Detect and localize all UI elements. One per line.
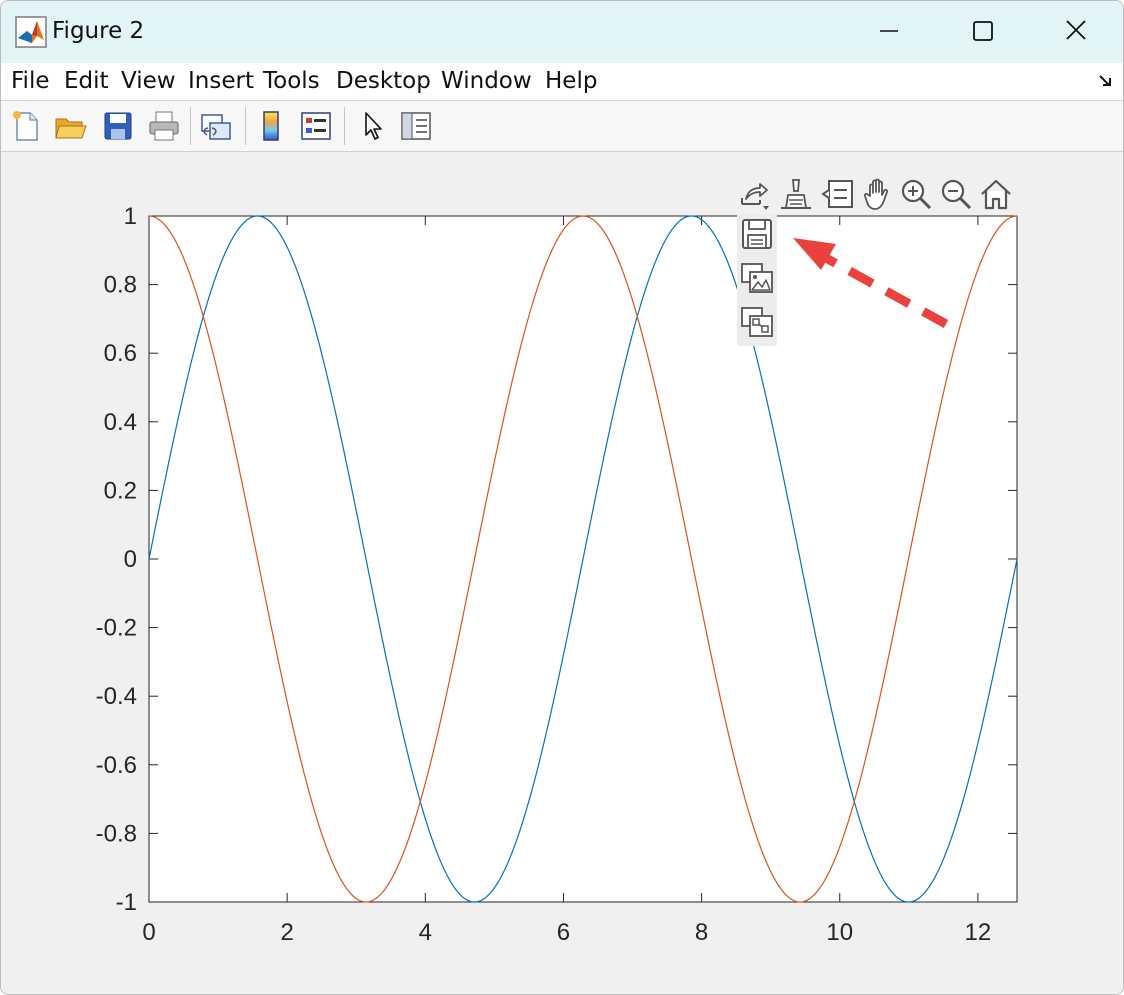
y-tick-label: 0.6 bbox=[104, 340, 137, 367]
matlab-logo-icon bbox=[15, 16, 47, 48]
y-tick-label: -0.6 bbox=[96, 752, 137, 779]
menu-window[interactable]: Window bbox=[441, 68, 532, 94]
data-tips-icon[interactable] bbox=[820, 176, 856, 212]
figure-toolbar bbox=[1, 101, 1123, 152]
y-tick-label: -1 bbox=[116, 889, 137, 916]
menu-edit[interactable]: Edit bbox=[64, 68, 109, 94]
zoom-out-icon[interactable] bbox=[938, 176, 974, 212]
edit-plot-arrow-icon[interactable] bbox=[357, 109, 391, 143]
x-tick-label: 2 bbox=[280, 919, 293, 946]
menu-desktop[interactable]: Desktop bbox=[336, 68, 431, 94]
colorbar-icon[interactable] bbox=[255, 109, 289, 143]
close-button[interactable] bbox=[1053, 13, 1099, 49]
y-tick-label: 1 bbox=[124, 203, 137, 230]
copy-as-vector-icon[interactable] bbox=[739, 304, 775, 342]
y-tick-label: -0.2 bbox=[96, 615, 137, 642]
y-tick-label: 0.4 bbox=[104, 409, 137, 436]
menu-file[interactable]: File bbox=[11, 68, 50, 94]
brush-icon[interactable] bbox=[778, 176, 814, 212]
toolbar-separator bbox=[344, 107, 345, 145]
print-icon[interactable] bbox=[147, 109, 181, 143]
menu-bar: File Edit View Insert Tools Desktop Wind… bbox=[1, 63, 1123, 101]
link-plot-icon[interactable] bbox=[199, 109, 233, 143]
callout-arrow bbox=[793, 238, 949, 328]
x-tick-label: 10 bbox=[826, 919, 853, 946]
x-tick-label: 12 bbox=[965, 919, 992, 946]
property-inspector-icon[interactable] bbox=[399, 109, 433, 143]
pan-hand-icon[interactable] bbox=[860, 176, 896, 212]
maximize-icon bbox=[973, 21, 993, 41]
y-tick-label: 0.2 bbox=[104, 477, 137, 504]
x-tick-label: 8 bbox=[695, 919, 708, 946]
zoom-in-icon[interactable] bbox=[898, 176, 934, 212]
maximize-button[interactable] bbox=[959, 13, 1005, 49]
axes-toolbar bbox=[736, 174, 1021, 216]
menu-view[interactable]: View bbox=[121, 68, 176, 94]
y-tick-label: 0 bbox=[124, 546, 137, 573]
figure-canvas: 0 2 4 6 8 10 12 1 0.8 0.6 0.4 0.2 0 -0.2 -0.4 -0.6 -0.8 -… bbox=[1, 152, 1123, 994]
save-as-icon[interactable] bbox=[739, 216, 775, 254]
y-tick-label: 0.8 bbox=[104, 272, 137, 299]
title-bar[interactable]: Figure 2 bbox=[1, 1, 1123, 63]
y-tick-label: -0.8 bbox=[96, 820, 137, 847]
x-tick-label: 0 bbox=[142, 919, 155, 946]
minimize-button[interactable] bbox=[866, 13, 912, 49]
window-title: Figure 2 bbox=[52, 18, 145, 44]
x-tick-label: 4 bbox=[419, 919, 432, 946]
figure-window: Figure 2 File Edit View Insert Tools Des… bbox=[0, 0, 1124, 995]
export-icon[interactable] bbox=[736, 176, 772, 212]
menu-help[interactable]: Help bbox=[545, 68, 597, 94]
toolbar-separator bbox=[245, 107, 246, 145]
legend-icon[interactable] bbox=[299, 109, 333, 143]
export-dropdown bbox=[737, 214, 777, 346]
menu-insert[interactable]: Insert bbox=[188, 68, 254, 94]
open-file-icon[interactable] bbox=[53, 109, 87, 143]
restore-view-home-icon[interactable] bbox=[978, 176, 1014, 212]
x-tick-label: 6 bbox=[557, 919, 570, 946]
copy-as-image-icon[interactable] bbox=[739, 260, 775, 298]
menu-tools[interactable]: Tools bbox=[263, 68, 320, 94]
close-icon bbox=[1066, 20, 1086, 40]
y-tick-label: -0.4 bbox=[96, 683, 137, 710]
dock-arrow-icon[interactable] bbox=[1098, 73, 1114, 89]
toolbar-separator bbox=[190, 107, 191, 145]
save-icon[interactable] bbox=[101, 109, 135, 143]
new-figure-icon[interactable] bbox=[9, 109, 43, 143]
